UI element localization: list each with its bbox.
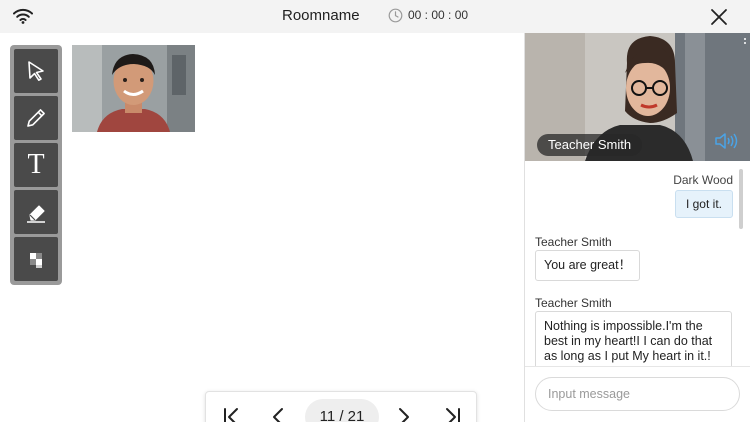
top-bar: Roomname 00 : 00 : 00 bbox=[0, 0, 750, 33]
message-sender: Teacher Smith bbox=[535, 235, 612, 249]
text-tool-button[interactable]: T bbox=[14, 143, 58, 187]
clock-icon bbox=[388, 8, 403, 23]
pointer-icon bbox=[28, 61, 44, 81]
teacher-name-label: Teacher Smith bbox=[537, 134, 643, 156]
teacher-video[interactable]: Teacher Smith bbox=[525, 33, 750, 161]
wifi-icon bbox=[13, 8, 33, 24]
last-page-icon[interactable] bbox=[440, 405, 464, 422]
message-bubble-own: I got it. bbox=[674, 190, 733, 218]
prev-page-icon[interactable] bbox=[266, 405, 290, 422]
speaker-icon[interactable] bbox=[714, 131, 738, 151]
session-timer: 00 : 00 : 00 bbox=[408, 8, 469, 22]
message-bubble: You are great！ bbox=[535, 250, 641, 281]
chat-input-area bbox=[525, 366, 750, 422]
room-title: Roomname bbox=[282, 7, 360, 24]
drawing-toolbar: T bbox=[10, 45, 62, 285]
close-icon[interactable] bbox=[708, 6, 730, 28]
page-counter[interactable]: 11 / 21 bbox=[305, 399, 379, 422]
student-video[interactable] bbox=[72, 45, 195, 132]
next-page-icon[interactable] bbox=[392, 405, 416, 422]
page-navigator: 11 / 21 bbox=[205, 391, 477, 422]
more-icon[interactable] bbox=[743, 37, 747, 47]
side-panel: Teacher Smith Dark Wood I got it. Teache… bbox=[524, 33, 750, 422]
classroom-app: Roomname 00 : 00 : 00 T 11 / 21 Teacher … bbox=[0, 0, 750, 422]
pen-tool-button[interactable] bbox=[14, 96, 58, 140]
message-input[interactable] bbox=[535, 377, 740, 411]
pencil-icon bbox=[27, 109, 45, 127]
whiteboard[interactable]: T 11 / 21 bbox=[0, 33, 524, 422]
eraser-tool-button[interactable] bbox=[14, 190, 58, 234]
eraser-icon bbox=[27, 205, 45, 223]
message-sender: Teacher Smith bbox=[535, 296, 612, 310]
mosaic-icon bbox=[30, 253, 42, 268]
chat-panel: Dark Wood I got it. Teacher Smith You ar… bbox=[525, 161, 750, 366]
text-icon: T bbox=[27, 149, 45, 180]
first-page-icon[interactable] bbox=[220, 405, 244, 422]
chat-scrollbar[interactable] bbox=[739, 169, 743, 229]
message-sender: Dark Wood bbox=[673, 173, 733, 187]
select-tool-button[interactable] bbox=[14, 49, 58, 93]
message-bubble: Nothing is impossible.I'm the best in my… bbox=[535, 311, 732, 366]
mosaic-tool-button[interactable] bbox=[14, 237, 58, 281]
